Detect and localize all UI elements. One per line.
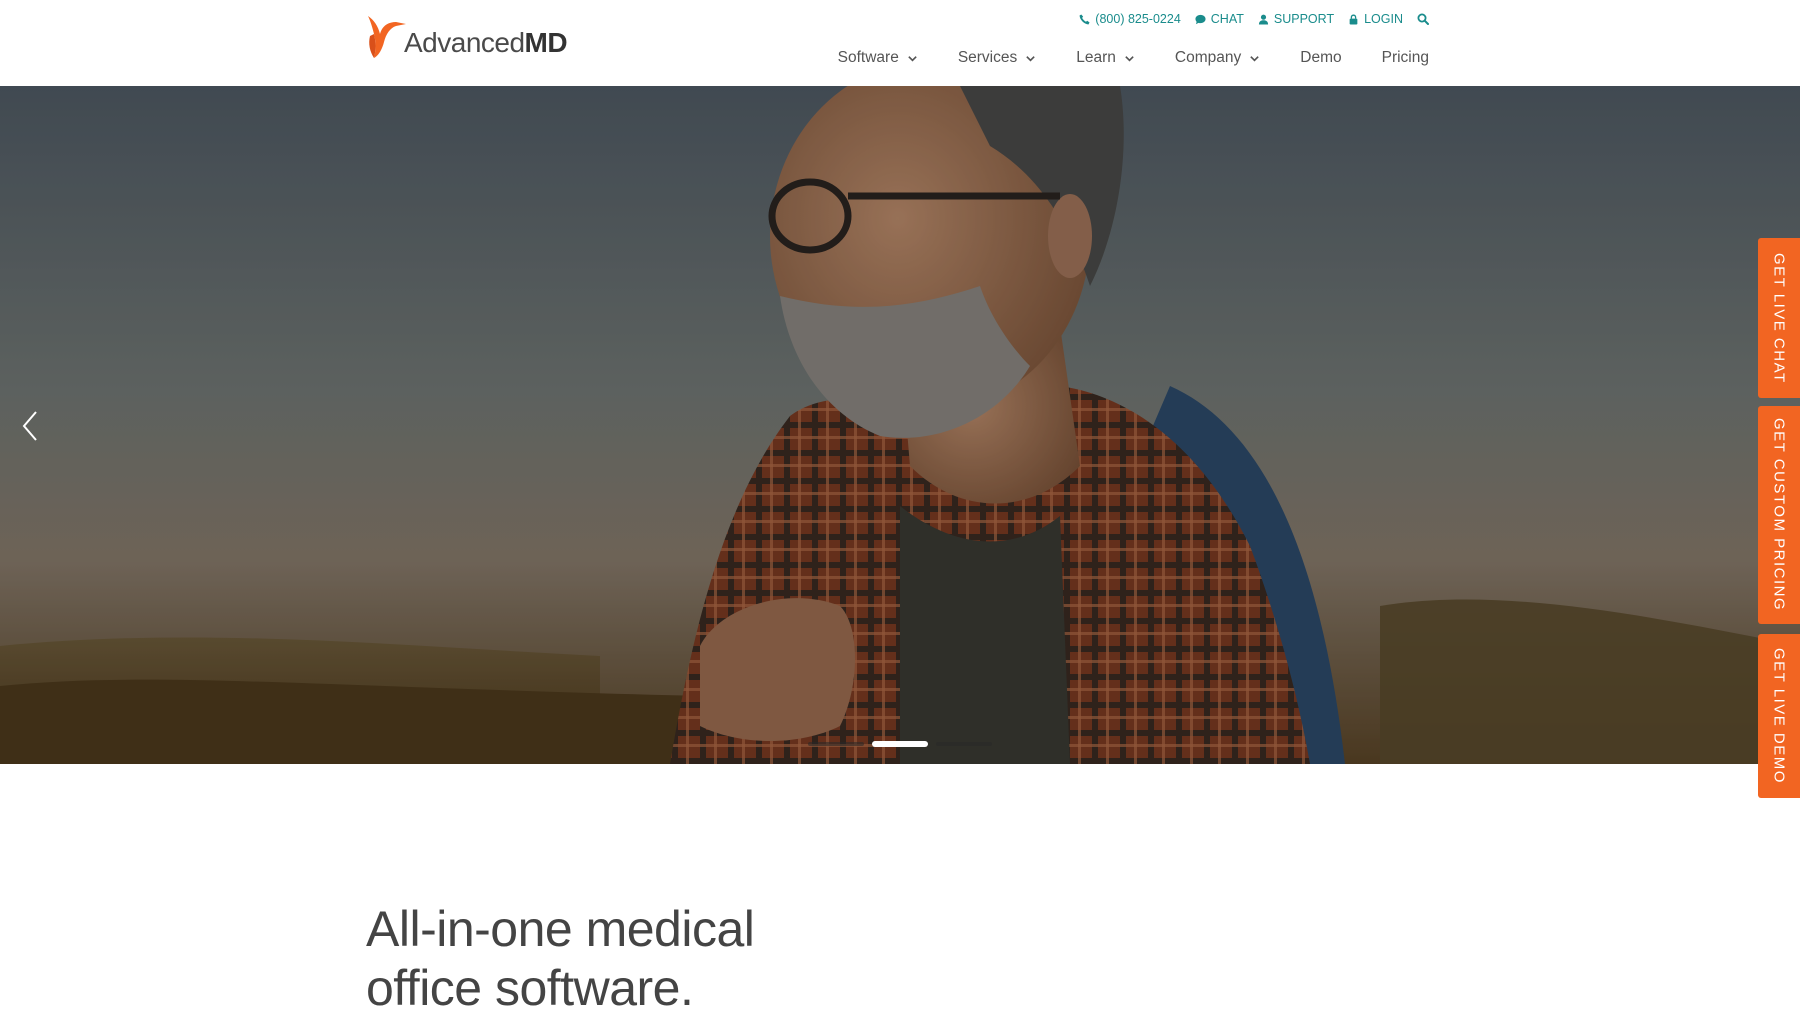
search-button[interactable] (1417, 13, 1429, 25)
brand-wordmark: AdvancedMD (404, 27, 568, 59)
get-live-chat-tab[interactable]: GET LIVE CHAT (1758, 238, 1800, 398)
brand-logo[interactable]: AdvancedMD (366, 14, 568, 60)
nav-services[interactable]: Services (958, 49, 1036, 67)
nav-software-label: Software (837, 49, 899, 66)
phone-icon (1079, 13, 1090, 24)
nav-demo[interactable]: Demo (1300, 49, 1341, 67)
get-custom-pricing-tab[interactable]: GET CUSTOM PRICING (1758, 406, 1800, 624)
search-icon (1417, 13, 1429, 25)
support-link[interactable]: SUPPORT (1258, 12, 1334, 26)
nav-demo-label: Demo (1300, 49, 1342, 66)
chat-bubble-icon (1195, 14, 1206, 24)
chat-label: CHAT (1210, 12, 1244, 26)
carousel-prev-button[interactable] (18, 406, 42, 446)
chevron-down-icon (1125, 55, 1134, 62)
get-custom-pricing-label: GET CUSTOM PRICING (1770, 418, 1788, 612)
carousel-indicators (808, 741, 992, 747)
utility-bar: (800) 825-0224 CHAT SUPPORT LOGIN (1079, 12, 1429, 26)
chevron-down-icon (908, 55, 917, 62)
nav-learn[interactable]: Learn (1076, 49, 1135, 67)
get-live-chat-label: GET LIVE CHAT (1770, 252, 1788, 384)
brand-name-light: Advanced (404, 27, 525, 58)
chevron-down-icon (1026, 55, 1036, 62)
phone-link[interactable]: (800) 825-0224 (1079, 12, 1181, 26)
nav-pricing[interactable]: Pricing (1382, 49, 1429, 67)
get-live-demo-label: GET LIVE DEMO (1770, 648, 1788, 784)
hero-carousel (0, 86, 1800, 764)
get-live-demo-tab[interactable]: GET LIVE DEMO (1758, 634, 1800, 798)
hummingbird-logo-icon (368, 16, 406, 58)
login-link[interactable]: LOGIN (1348, 12, 1403, 26)
chat-link[interactable]: CHAT (1195, 12, 1244, 26)
carousel-dot[interactable] (808, 742, 864, 746)
support-label: SUPPORT (1273, 12, 1335, 26)
phone-number: (800) 825-0224 (1095, 12, 1181, 26)
user-icon (1258, 14, 1268, 25)
site-header: AdvancedMD (800) 825-0224 CHAT SUPPORT L… (0, 0, 1800, 86)
nav-software[interactable]: Software (838, 49, 918, 67)
brand-name-bold: MD (524, 27, 568, 58)
hero-photo (0, 86, 1800, 764)
nav-learn-label: Learn (1076, 49, 1116, 66)
headline-line-1: All-in-one medical (366, 901, 755, 957)
nav-services-label: Services (957, 49, 1018, 66)
nav-company-label: Company (1174, 49, 1242, 66)
main-navigation: Software Services Learn Company Demo Pri… (838, 49, 1429, 67)
page-headline: All-in-one medical office software. (366, 900, 755, 1012)
login-label: LOGIN (1364, 12, 1403, 26)
nav-company[interactable]: Company (1175, 49, 1260, 67)
chevron-down-icon (1250, 55, 1260, 62)
lock-icon (1349, 14, 1358, 25)
chevron-left-icon (22, 411, 37, 441)
carousel-dot-active[interactable] (872, 741, 928, 747)
carousel-dot[interactable] (936, 742, 992, 746)
nav-pricing-label: Pricing (1381, 49, 1429, 66)
headline-line-2: office software. (366, 960, 694, 1012)
